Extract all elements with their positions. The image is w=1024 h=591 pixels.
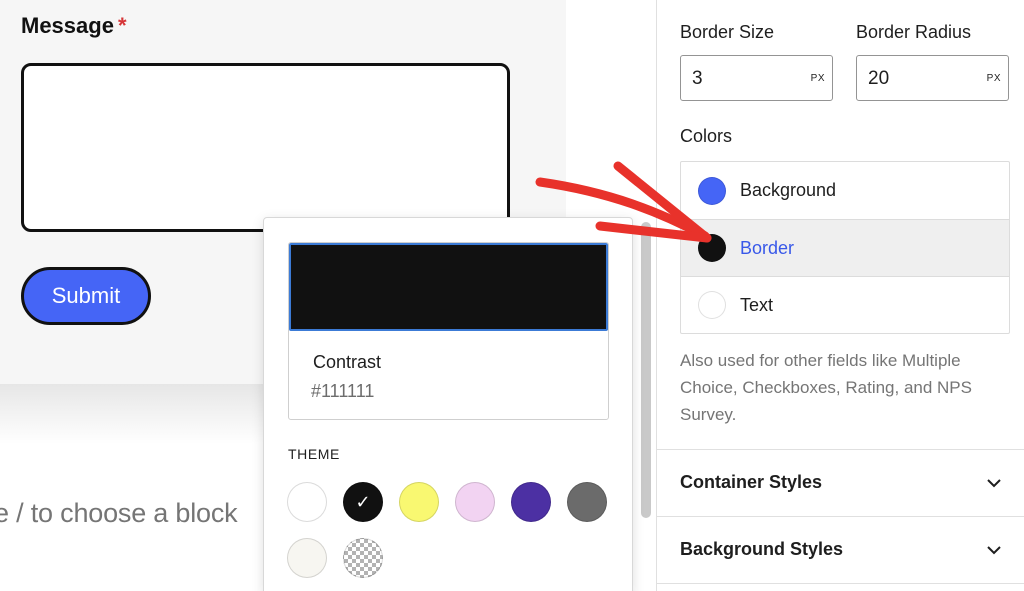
canvas-scrollbar[interactable] — [641, 222, 651, 518]
theme-swatch-yellow[interactable] — [399, 482, 439, 522]
theme-swatch-pink[interactable] — [455, 482, 495, 522]
border-radius-value: 20 — [868, 68, 890, 89]
theme-swatch-gray[interactable] — [567, 482, 607, 522]
message-textarea[interactable] — [21, 63, 510, 232]
colors-list: Background Border Text — [680, 161, 1010, 334]
message-label-text: Message — [21, 13, 114, 38]
border-size-unit[interactable]: PX — [811, 73, 825, 84]
color-hex-value: #111111 — [311, 381, 375, 401]
divider — [657, 583, 1024, 584]
editor-canvas: Message * Submit e / to choose a block Co… — [0, 0, 656, 591]
color-option-text[interactable]: Text — [681, 276, 1009, 333]
message-field-label: Message * — [21, 13, 127, 39]
theme-swatch-transparent[interactable] — [343, 538, 383, 578]
theme-palette-heading: THEME — [288, 446, 340, 462]
colors-label: Colors — [680, 126, 733, 146]
theme-swatch-purple[interactable] — [511, 482, 551, 522]
color-picker-popover: Contrast #111111 THEME ✓ — [263, 217, 633, 591]
border-size-value: 3 — [692, 68, 703, 89]
colors-help-text: Also used for other fields like Multiple… — [680, 351, 972, 424]
theme-swatch-contrast[interactable]: ✓ — [343, 482, 383, 522]
container-styles-panel-toggle[interactable]: Container Styles — [657, 450, 1024, 516]
text-color-dot — [698, 291, 726, 319]
theme-swatch-off-white[interactable] — [287, 538, 327, 578]
border-radius-input[interactable]: 20 PX — [856, 55, 1009, 101]
panel-title: Container Styles — [680, 472, 823, 492]
color-name: Contrast — [313, 352, 382, 372]
color-option-border[interactable]: Border — [681, 219, 1009, 276]
color-preview-swatch[interactable] — [289, 243, 608, 331]
border-radius-label: Border Radius — [856, 22, 972, 42]
chevron-down-icon — [987, 479, 1001, 488]
theme-swatch-white[interactable] — [287, 482, 327, 522]
checkmark-icon: ✓ — [355, 491, 371, 512]
color-option-label: Text — [740, 294, 774, 315]
border-color-dot — [698, 234, 726, 262]
border-size-label: Border Size — [680, 22, 775, 42]
border-radius-unit[interactable]: PX — [987, 73, 1001, 84]
color-option-background[interactable]: Background — [681, 162, 1009, 219]
color-preview[interactable]: Contrast #111111 — [288, 242, 609, 420]
color-option-label: Border — [740, 237, 795, 258]
background-styles-panel-toggle[interactable]: Background Styles — [657, 517, 1024, 583]
panel-title: Background Styles — [680, 539, 844, 559]
background-color-dot — [698, 176, 726, 205]
block-inserter-placeholder[interactable]: e / to choose a block — [0, 498, 238, 529]
color-option-label: Background — [740, 180, 837, 200]
settings-sidebar: Border Size Border Radius 3 PX 20 PX Col… — [656, 0, 1024, 591]
chevron-down-icon — [987, 546, 1001, 555]
required-asterisk: * — [117, 13, 127, 38]
border-size-input[interactable]: 3 PX — [680, 55, 833, 101]
submit-button[interactable]: Submit — [21, 267, 151, 325]
